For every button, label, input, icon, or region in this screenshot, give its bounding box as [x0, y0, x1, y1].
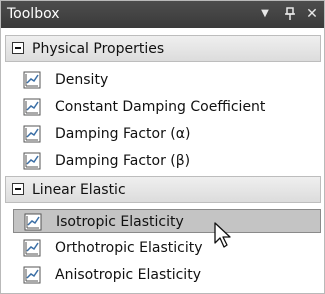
- chart-graph-icon: [23, 98, 41, 116]
- chart-graph-icon: [23, 152, 41, 170]
- toolbox-item-orthotropic-elasticity[interactable]: Orthotropic Elasticity: [13, 236, 323, 260]
- toolbox-item-damping-factor-alpha[interactable]: Damping Factor (α): [13, 122, 323, 146]
- item-label: Damping Factor (α): [55, 126, 191, 142]
- item-label: Density: [55, 72, 109, 88]
- toolbox-item-density[interactable]: Density: [13, 68, 323, 92]
- item-label: Anisotropic Elasticity: [55, 267, 201, 283]
- toolbox-item-isotropic-elasticity[interactable]: Isotropic Elasticity: [13, 209, 321, 233]
- item-label: Damping Factor (β): [55, 153, 191, 169]
- toolbox-item-constant-damping-coefficient[interactable]: Constant Damping Coefficient: [13, 95, 323, 119]
- category-physical-properties[interactable]: Physical Properties: [5, 35, 321, 62]
- toolbox-title: Toolbox: [7, 6, 60, 22]
- toolbox-item-damping-factor-beta[interactable]: Damping Factor (β): [13, 149, 323, 173]
- item-label: Isotropic Elasticity: [56, 214, 184, 230]
- chart-graph-icon: [23, 239, 41, 257]
- chart-graph-icon: [24, 213, 42, 231]
- category-label: Physical Properties: [32, 41, 165, 57]
- toolbox-panel: Toolbox ▼ ✕ Physical Properties Density: [0, 0, 325, 294]
- window-position-dropdown-icon[interactable]: ▼: [256, 4, 274, 24]
- chart-graph-icon: [23, 266, 41, 284]
- item-label: Constant Damping Coefficient: [55, 99, 266, 115]
- chart-graph-icon: [23, 71, 41, 89]
- item-label: Orthotropic Elasticity: [55, 240, 203, 256]
- collapse-icon[interactable]: [12, 183, 24, 195]
- pin-icon[interactable]: [281, 4, 299, 24]
- collapse-icon[interactable]: [12, 42, 24, 54]
- mouse-cursor-icon: [214, 222, 231, 248]
- chart-graph-icon: [23, 125, 41, 143]
- category-linear-elastic[interactable]: Linear Elastic: [5, 176, 321, 203]
- close-icon[interactable]: ✕: [303, 4, 321, 24]
- toolbox-titlebar[interactable]: Toolbox ▼ ✕: [1, 1, 324, 28]
- toolbox-item-anisotropic-elasticity[interactable]: Anisotropic Elasticity: [13, 263, 323, 287]
- category-label: Linear Elastic: [32, 182, 126, 198]
